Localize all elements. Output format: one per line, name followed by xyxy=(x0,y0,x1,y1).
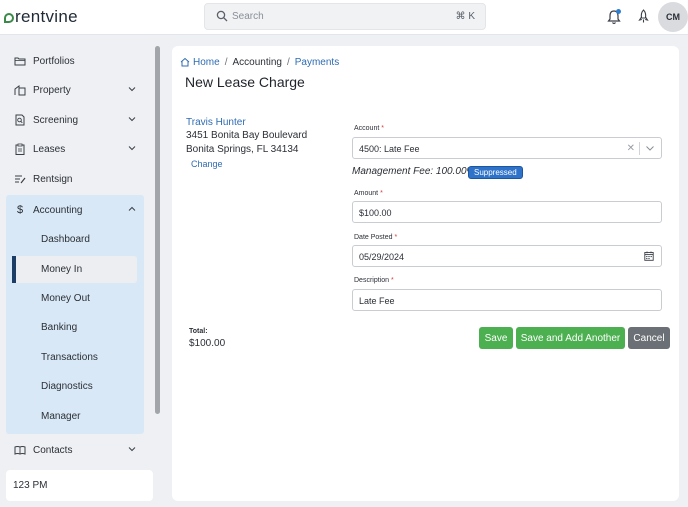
home-icon xyxy=(180,57,190,67)
sidebar-item-portfolios[interactable]: Portfolios xyxy=(14,50,142,72)
clipboard-icon xyxy=(15,143,25,155)
chevron-down-icon xyxy=(128,87,136,92)
accounting-section xyxy=(6,195,144,434)
rocket-icon[interactable] xyxy=(637,9,650,24)
logo-text: rentvine xyxy=(15,7,78,26)
chevron-down-icon xyxy=(128,146,136,151)
description-label-text: Description xyxy=(354,277,390,284)
search-icon xyxy=(216,10,228,22)
signature-icon xyxy=(15,175,26,184)
tenant-name-link[interactable]: Travis Hunter xyxy=(186,117,246,128)
breadcrumb: Home / Accounting / Payments xyxy=(180,55,339,69)
suppressed-badge: Suppressed xyxy=(468,166,523,179)
cancel-button[interactable]: Cancel xyxy=(628,327,670,349)
screening-icon xyxy=(15,114,25,126)
date-posted-field[interactable]: 05/29/2024 xyxy=(352,245,662,267)
amount-value: $100.00 xyxy=(359,208,392,218)
sidebar-item-label: Leases xyxy=(33,143,66,155)
management-fee-text: Management Fee: 100.00% xyxy=(352,166,476,177)
save-button[interactable]: Save xyxy=(479,327,513,349)
folders-icon xyxy=(14,57,26,66)
breadcrumb-home[interactable]: Home xyxy=(193,57,220,68)
description-field[interactable]: Late Fee xyxy=(352,289,662,311)
sidebar-scrollbar[interactable] xyxy=(155,46,160,414)
chevron-down-icon xyxy=(128,447,136,452)
required-mark: * xyxy=(390,277,394,284)
date-posted-value: 05/29/2024 xyxy=(359,252,405,262)
sidebar-item-accounting[interactable]: $ Accounting xyxy=(14,199,142,221)
logo-mark-icon xyxy=(4,13,14,23)
description-label: Description * xyxy=(354,277,394,284)
date-posted-label: Date Posted * xyxy=(354,234,397,241)
total-label: Total: xyxy=(189,328,208,335)
search-placeholder: Search xyxy=(232,11,264,22)
save-and-add-another-button[interactable]: Save and Add Another xyxy=(516,327,625,349)
account-select[interactable]: 4500: Late Fee ✕ xyxy=(352,137,662,159)
clear-icon[interactable]: ✕ xyxy=(627,143,635,154)
calendar-icon[interactable] xyxy=(644,251,654,261)
main-card xyxy=(172,46,679,501)
account-label-text: Account xyxy=(354,125,380,132)
sidebar-sub-money-out[interactable]: Money Out xyxy=(41,293,90,304)
sidebar-item-leases[interactable]: Leases xyxy=(14,138,142,160)
breadcrumb-payments[interactable]: Payments xyxy=(295,57,339,68)
sidebar-item-label: Property xyxy=(33,84,71,96)
address-book-icon xyxy=(14,446,26,455)
required-mark: * xyxy=(381,125,384,132)
sidebar-sub-transactions[interactable]: Transactions xyxy=(41,352,98,363)
sidebar-item-label: Accounting xyxy=(33,204,83,216)
amount-label: Amount * xyxy=(354,190,383,197)
search-shortcut: ⌘ K xyxy=(455,11,475,22)
sidebar-sub-money-in[interactable]: Money In xyxy=(41,264,82,275)
account-label: Account * xyxy=(354,125,384,132)
time-display: 123 PM xyxy=(6,470,153,501)
sidebar-sub-manager[interactable]: Manager xyxy=(41,411,80,422)
avatar[interactable]: CM xyxy=(658,2,688,32)
amount-field[interactable]: $100.00 xyxy=(352,201,662,223)
sidebar-item-rentsign[interactable]: Rentsign xyxy=(14,168,142,190)
change-tenant-link[interactable]: Change xyxy=(191,159,223,169)
sidebar-item-label: Contacts xyxy=(33,444,73,456)
page-title: New Lease Charge xyxy=(185,74,305,90)
sidebar-item-screening[interactable]: Screening xyxy=(14,109,142,131)
total-value: $100.00 xyxy=(189,338,226,349)
top-bar: rentvine Search ⌘ K CM xyxy=(0,0,688,35)
select-divider xyxy=(639,142,640,155)
sidebar-sub-banking[interactable]: Banking xyxy=(41,322,77,333)
dollar-icon: $ xyxy=(16,204,24,216)
account-value: 4500: Late Fee xyxy=(359,144,420,154)
search-input[interactable]: Search ⌘ K xyxy=(204,3,486,30)
building-icon xyxy=(14,85,26,96)
chevron-down-icon[interactable] xyxy=(646,146,654,151)
notification-dot xyxy=(616,9,621,14)
sidebar-item-label: Screening xyxy=(33,114,79,126)
amount-label-text: Amount xyxy=(354,190,379,197)
breadcrumb-accounting: Accounting xyxy=(232,56,282,68)
required-mark: * xyxy=(394,234,398,241)
sidebar-item-contacts[interactable]: Contacts xyxy=(14,439,142,461)
required-mark: * xyxy=(380,190,383,197)
logo[interactable]: rentvine xyxy=(4,7,78,26)
chevron-down-icon xyxy=(128,117,136,122)
description-value: Late Fee xyxy=(359,296,395,306)
tenant-address-line2: Bonita Springs, FL 34134 xyxy=(186,144,299,155)
tenant-address-line1: 3451 Bonita Bay Boulevard xyxy=(186,130,308,141)
chevron-up-icon xyxy=(128,206,136,211)
breadcrumb-separator: / xyxy=(286,56,290,68)
sidebar-item-label: Portfolios xyxy=(33,55,75,67)
date-posted-label-text: Date Posted xyxy=(354,234,393,241)
sidebar-sub-dashboard[interactable]: Dashboard xyxy=(41,234,90,245)
sidebar-item-label: Rentsign xyxy=(33,173,73,185)
sidebar-sub-diagnostics[interactable]: Diagnostics xyxy=(41,381,93,392)
breadcrumb-separator: / xyxy=(224,56,228,68)
sidebar-item-property[interactable]: Property xyxy=(14,79,142,101)
